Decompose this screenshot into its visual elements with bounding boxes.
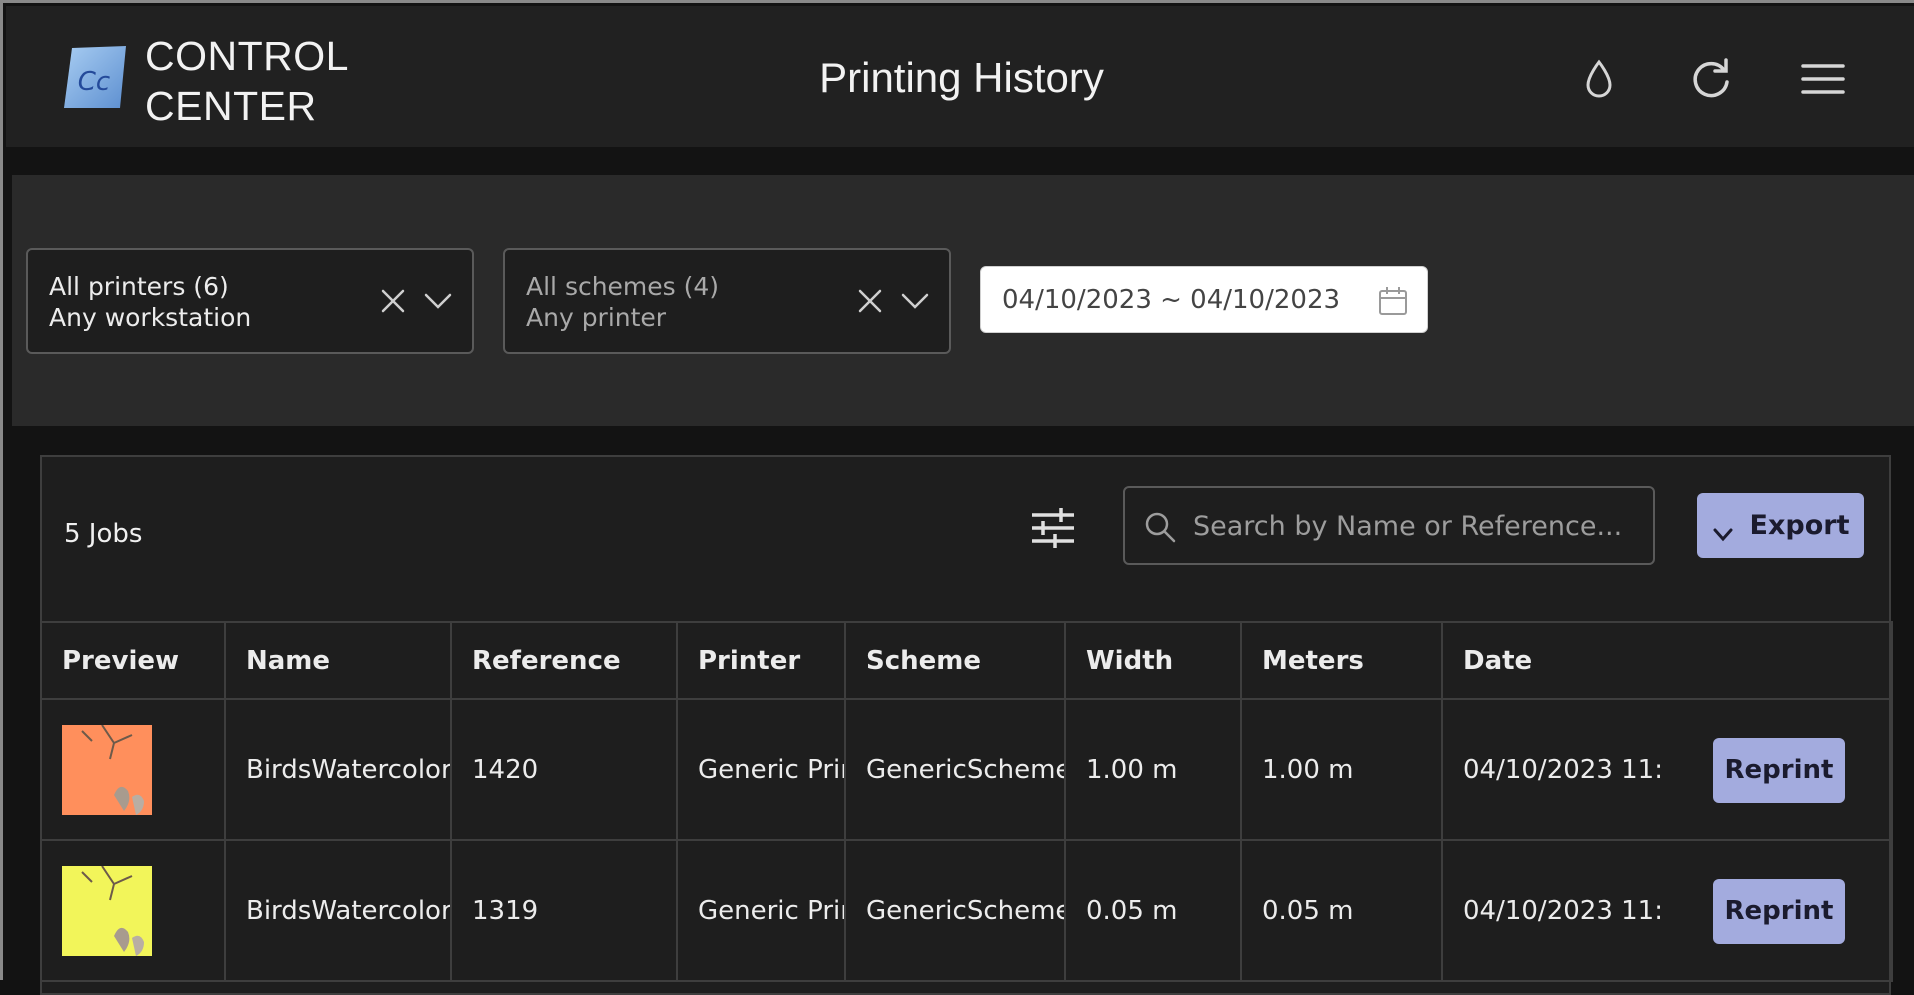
printer-cell: Generic Prin bbox=[676, 698, 846, 841]
reprint-button[interactable]: Reprint bbox=[1713, 737, 1845, 803]
calendar-icon[interactable] bbox=[1377, 285, 1409, 317]
reference-cell: 1319 bbox=[450, 839, 678, 982]
filter-bar: All printers (6) Any workstation All sch… bbox=[12, 175, 1914, 426]
search-input[interactable] bbox=[1193, 506, 1633, 546]
printer-cell: Generic Prin bbox=[676, 839, 846, 982]
meters-cell: 0.05 m bbox=[1240, 839, 1443, 982]
date-cell: 04/10/2023 11:1 Reprint bbox=[1441, 839, 1893, 982]
chevron-down-icon[interactable] bbox=[422, 286, 454, 316]
jobs-count: 5 Jobs bbox=[64, 519, 143, 549]
column-header[interactable]: Date bbox=[1441, 621, 1893, 700]
app-window: Cc CONTROL CENTER Printing History All p… bbox=[0, 0, 1914, 995]
column-header[interactable]: Printer bbox=[676, 621, 846, 700]
page-title: Printing History bbox=[819, 54, 1104, 101]
scheme-filter-line-1: All schemes (4) bbox=[526, 272, 720, 301]
column-header[interactable]: Preview bbox=[40, 621, 226, 700]
column-settings-icon[interactable] bbox=[1028, 503, 1078, 553]
reprint-button[interactable]: Reprint bbox=[1713, 878, 1845, 944]
scheme-filter-dropdown[interactable]: All schemes (4) Any printer bbox=[503, 248, 951, 354]
width-cell: 1.00 m bbox=[1064, 698, 1242, 841]
name-cell: BirdsWatercolor_ bbox=[224, 698, 452, 841]
column-header[interactable]: Name bbox=[224, 621, 452, 700]
jobs-table: Preview Name Reference Printer Scheme Wi… bbox=[40, 621, 1893, 982]
date-text: 04/10/2023 11:1 bbox=[1463, 895, 1663, 926]
date-range-picker[interactable]: 04/10/2023 ~ 04/10/2023 bbox=[980, 266, 1428, 333]
scheme-filter-line-2: Any printer bbox=[526, 303, 667, 332]
printer-filter-line-2: Any workstation bbox=[49, 303, 252, 332]
date-cell: 04/10/2023 11:1 Reprint bbox=[1441, 698, 1893, 841]
column-header[interactable]: Scheme bbox=[844, 621, 1066, 700]
date-range-value: 04/10/2023 ~ 04/10/2023 bbox=[1002, 285, 1341, 315]
preview-cell bbox=[40, 839, 226, 982]
search-icon bbox=[1143, 510, 1177, 544]
column-header[interactable]: Width bbox=[1064, 621, 1242, 700]
date-text: 04/10/2023 11:1 bbox=[1463, 754, 1663, 785]
printer-filter-dropdown[interactable]: All printers (6) Any workstation bbox=[26, 248, 474, 354]
clear-icon[interactable] bbox=[855, 286, 885, 316]
app-header: Cc CONTROL CENTER Printing History bbox=[6, 6, 1914, 147]
chevron-down-icon bbox=[1712, 519, 1734, 541]
job-preview-thumbnail[interactable] bbox=[62, 865, 152, 956]
chevron-down-icon[interactable] bbox=[899, 286, 931, 316]
reference-cell: 1420 bbox=[450, 698, 678, 841]
meters-cell: 1.00 m bbox=[1240, 698, 1443, 841]
column-header[interactable]: Meters bbox=[1240, 621, 1443, 700]
table-row[interactable]: BirdsWatercolor_ 1420 Generic Prin Gener… bbox=[40, 698, 1893, 841]
table-row[interactable]: BirdsWatercolor_ 1319 Generic Prin Gener… bbox=[40, 839, 1893, 982]
preview-cell bbox=[40, 698, 226, 841]
export-button[interactable]: Export bbox=[1697, 493, 1864, 558]
width-cell: 0.05 m bbox=[1064, 839, 1242, 982]
menu-icon[interactable] bbox=[1798, 54, 1848, 104]
scheme-cell: GenericScheme_ bbox=[844, 698, 1066, 841]
clear-icon[interactable] bbox=[378, 286, 408, 316]
refresh-icon[interactable] bbox=[1686, 54, 1736, 104]
job-preview-thumbnail[interactable] bbox=[62, 724, 152, 815]
column-header[interactable]: Reference bbox=[450, 621, 678, 700]
ink-drop-icon[interactable] bbox=[1574, 54, 1624, 104]
job-search-box[interactable] bbox=[1123, 486, 1655, 565]
scheme-cell: GenericScheme_ bbox=[844, 839, 1066, 982]
table-header-row: Preview Name Reference Printer Scheme Wi… bbox=[40, 621, 1893, 700]
jobs-panel: 5 Jobs Export bbox=[40, 455, 1893, 995]
export-label: Export bbox=[1749, 510, 1850, 541]
name-cell: BirdsWatercolor_ bbox=[224, 839, 452, 982]
printer-filter-line-1: All printers (6) bbox=[49, 272, 229, 301]
